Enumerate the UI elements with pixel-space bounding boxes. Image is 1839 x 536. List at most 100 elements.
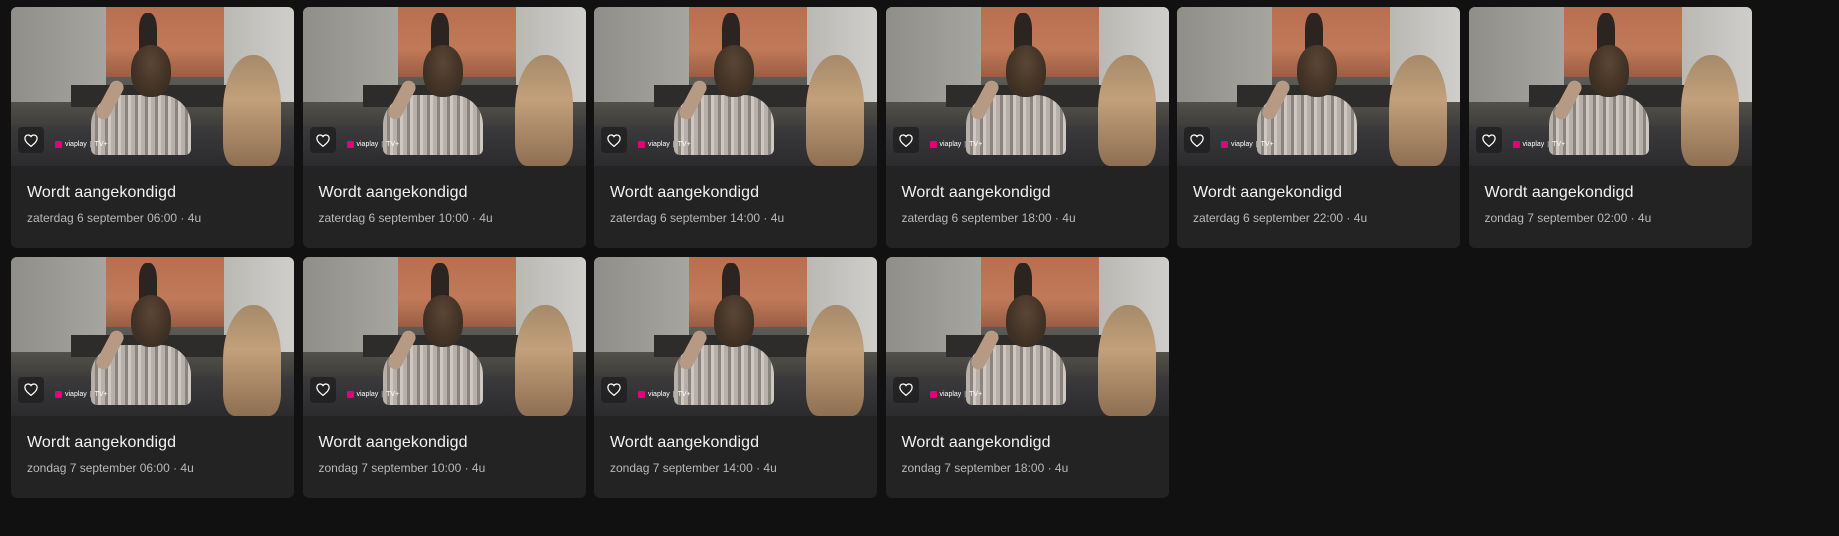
brand-separator: | — [964, 141, 967, 148]
program-card[interactable]: viaplay | TV+ Wordt aangekondigd zondag … — [302, 256, 586, 498]
thumbnail-person — [223, 304, 281, 416]
channel-logo: viaplay | TV+ — [929, 141, 983, 148]
channel-logo: viaplay | TV+ — [1512, 141, 1566, 148]
program-schedule: zaterdag 6 september 14:00 · 4u — [610, 211, 785, 225]
brand-sub: TV+ — [1260, 141, 1274, 148]
brand-separator: | — [672, 390, 675, 398]
brand-separator: | — [381, 390, 384, 398]
heart-outline-icon — [1190, 133, 1204, 147]
program-card[interactable]: viaplay | TV+ Wordt aangekondigd zaterda… — [594, 7, 877, 248]
viaplay-logo-mark — [638, 390, 645, 398]
brand-separator: | — [964, 390, 967, 398]
program-info: Wordt aangekondigd zaterdag 6 september … — [1177, 184, 1460, 225]
brand-name: viaplay — [939, 390, 962, 398]
brand-name: viaplay — [356, 390, 379, 398]
heart-outline-icon — [315, 133, 330, 147]
program-title: Wordt aangekondigd — [610, 433, 760, 451]
favorite-button[interactable] — [1475, 127, 1502, 153]
program-schedule: zaterdag 6 september 06:00 · 4u — [27, 211, 202, 225]
program-card[interactable]: viaplay | TV+ Wordt aangekondigd zaterda… — [302, 7, 586, 248]
program-schedule: zaterdag 6 september 18:00 · 4u — [901, 211, 1076, 225]
thumbnail-head — [422, 45, 463, 97]
favorite-button[interactable] — [18, 127, 44, 153]
favorite-button[interactable] — [18, 376, 44, 403]
program-info: Wordt aangekondigd zondag 7 september 10… — [303, 434, 586, 475]
program-thumbnail: viaplay | TV+ — [1177, 7, 1460, 166]
program-card[interactable]: viaplay | TV+ Wordt aangekondigd zondag … — [1468, 7, 1752, 248]
brand-sub: TV+ — [969, 141, 983, 148]
program-schedule: zondag 7 september 18:00 · 4u — [901, 460, 1069, 475]
viaplay-logo-mark — [1221, 141, 1228, 148]
program-grid: viaplay | TV+ Wordt aangekondigd zaterda… — [11, 7, 1752, 498]
thumbnail-person — [1680, 55, 1739, 166]
channel-logo: viaplay | TV+ — [638, 390, 691, 398]
program-thumbnail: viaplay | TV+ — [1468, 7, 1752, 166]
favorite-button[interactable] — [892, 376, 919, 403]
brand-separator: | — [1255, 141, 1258, 148]
brand-separator: | — [89, 141, 92, 148]
viaplay-logo-mark — [929, 390, 937, 398]
program-card[interactable]: viaplay | TV+ Wordt aangekondigd zaterda… — [885, 7, 1169, 248]
heart-outline-icon — [898, 133, 913, 147]
program-thumbnail: viaplay | TV+ — [594, 256, 877, 416]
program-title: Wordt aangekondigd — [27, 433, 177, 451]
favorite-button[interactable] — [892, 127, 919, 153]
brand-sub: TV+ — [677, 390, 691, 398]
viaplay-logo-mark — [55, 390, 62, 398]
program-title: Wordt aangekondigd — [901, 433, 1051, 451]
favorite-button[interactable] — [601, 127, 627, 153]
channel-logo: viaplay | TV+ — [638, 141, 691, 148]
program-schedule: zaterdag 6 september 10:00 · 4u — [318, 211, 493, 225]
heart-outline-icon — [607, 133, 621, 147]
viaplay-logo-mark — [1512, 141, 1520, 148]
favorite-button[interactable] — [309, 376, 336, 403]
brand-sub: TV+ — [94, 141, 108, 148]
thumbnail-head — [1005, 45, 1046, 97]
viaplay-logo-mark — [346, 141, 354, 148]
program-title: Wordt aangekondigd — [318, 184, 468, 201]
thumbnail-person — [514, 304, 573, 416]
channel-logo: viaplay | TV+ — [55, 141, 108, 148]
thumbnail-person — [514, 55, 573, 166]
thumbnail-head — [1297, 45, 1337, 97]
program-card[interactable]: viaplay | TV+ Wordt aangekondigd zaterda… — [1177, 7, 1460, 248]
viaplay-logo-mark — [55, 141, 62, 148]
program-card[interactable]: viaplay | TV+ Wordt aangekondigd zondag … — [594, 256, 877, 498]
brand-name: viaplay — [65, 390, 87, 398]
program-thumbnail: viaplay | TV+ — [885, 256, 1169, 416]
brand-sub: TV+ — [1552, 141, 1566, 148]
brand-name: viaplay — [65, 141, 87, 148]
brand-name: viaplay — [648, 390, 670, 398]
program-info: Wordt aangekondigd zaterdag 6 september … — [594, 184, 877, 225]
favorite-button[interactable] — [1184, 127, 1210, 153]
program-thumbnail: viaplay | TV+ — [885, 7, 1169, 166]
brand-sub: TV+ — [969, 390, 983, 398]
program-thumbnail: viaplay | TV+ — [11, 7, 294, 166]
favorite-button[interactable] — [601, 376, 627, 403]
program-info: Wordt aangekondigd zaterdag 6 september … — [11, 184, 294, 225]
program-title: Wordt aangekondigd — [27, 184, 177, 201]
program-title: Wordt aangekondigd — [610, 184, 760, 201]
brand-sub: TV+ — [386, 141, 400, 148]
program-thumbnail: viaplay | TV+ — [594, 7, 877, 166]
favorite-button[interactable] — [309, 127, 336, 153]
program-card[interactable]: viaplay | TV+ Wordt aangekondigd zondag … — [11, 256, 294, 498]
channel-logo: viaplay | TV+ — [1221, 141, 1274, 148]
program-thumbnail: viaplay | TV+ — [302, 256, 586, 416]
brand-separator: | — [89, 390, 92, 398]
brand-name: viaplay — [356, 141, 379, 148]
heart-outline-icon — [898, 383, 913, 396]
thumbnail-head — [1005, 294, 1046, 347]
brand-name: viaplay — [939, 141, 962, 148]
program-card[interactable]: viaplay | TV+ Wordt aangekondigd zondag … — [885, 256, 1169, 498]
heart-outline-icon — [607, 383, 621, 396]
viaplay-logo-mark — [638, 141, 645, 148]
program-title: Wordt aangekondigd — [1484, 184, 1634, 201]
thumbnail-person — [223, 55, 281, 166]
program-title: Wordt aangekondigd — [901, 184, 1051, 201]
program-card[interactable]: viaplay | TV+ Wordt aangekondigd zaterda… — [11, 7, 294, 248]
channel-logo: viaplay | TV+ — [346, 141, 400, 148]
brand-sub: TV+ — [94, 390, 108, 398]
heart-outline-icon — [24, 133, 38, 147]
program-schedule: zondag 7 september 14:00 · 4u — [610, 460, 777, 475]
